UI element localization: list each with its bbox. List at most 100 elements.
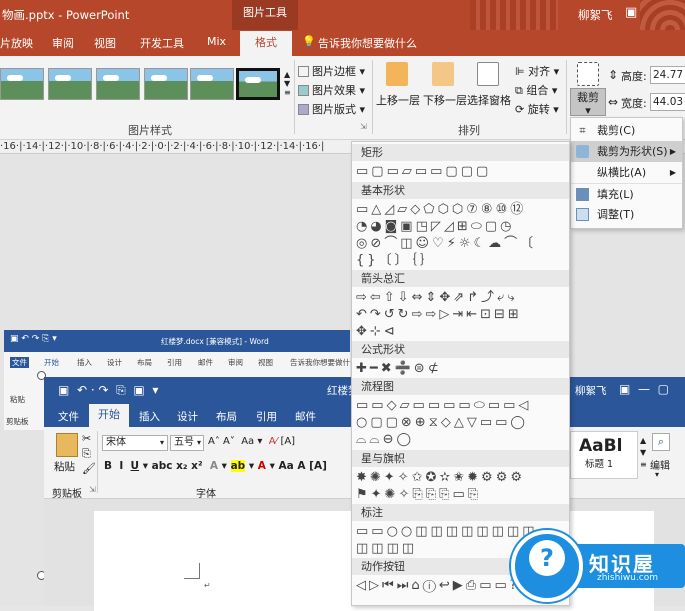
format-buttons[interactable]: B I U ▾ abc x₂ x² A ▾ ab ▾ A ▾ Aa A [A] xyxy=(104,460,327,472)
back-tab-design[interactable]: 设计 xyxy=(107,357,122,368)
font-size-select[interactable]: 五号 ▾ xyxy=(170,435,204,451)
menu-item-crop-to-shape[interactable]: 裁剪为形状(S) ▶ xyxy=(571,141,682,162)
shape-row[interactable]: ◎⊘⌒◫☺♡⚡☼☾☁⌒〔 xyxy=(356,236,536,252)
back-tab-references[interactable]: 引用 xyxy=(167,357,182,368)
crop-button[interactable]: 裁剪 ▾ xyxy=(570,88,606,117)
style-preview-text: AaBl xyxy=(579,436,623,456)
menu-item-crop[interactable]: ⌗ 裁剪(C) xyxy=(571,120,682,141)
shape-row[interactable]: ▭△◿▱◇⬠⬡⬡⑦⑧⑩⑫ xyxy=(356,202,526,218)
tell-me-box[interactable]: 告诉我你想要做什么 xyxy=(318,35,417,51)
picture-style-1[interactable] xyxy=(0,68,44,100)
category-rectangles: 矩形 xyxy=(352,144,569,161)
category-callouts: 标注 xyxy=(352,504,569,521)
clipboard-tools-icons[interactable]: ✂ ⎘ 🖌 xyxy=(82,431,96,476)
back-tab-view[interactable]: 视图 xyxy=(258,357,273,368)
word-tab-home[interactable]: 开始 xyxy=(89,404,129,427)
layout-icon xyxy=(298,104,309,115)
menu-item-aspect-ratio[interactable]: 纵横比(A) ▶ xyxy=(571,162,682,183)
selection-pane-button[interactable]: 选择窗格 xyxy=(467,92,511,108)
word-tab-file[interactable]: 文件 xyxy=(58,409,79,424)
picture-style-5[interactable] xyxy=(190,68,234,100)
word-ribbon-options-icon[interactable]: ▣ — ▢ xyxy=(619,382,669,396)
word-tab-design[interactable]: 设计 xyxy=(177,409,198,424)
back-tab-file-label[interactable]: 文件 xyxy=(10,357,29,368)
group-icon: ⧉ xyxy=(515,84,527,97)
back-tab-layout[interactable]: 布局 xyxy=(137,357,152,368)
gallery-more-icon[interactable]: ▲ ▼ ≡ xyxy=(284,70,291,97)
picture-style-3[interactable] xyxy=(96,68,140,100)
picture-layout-button[interactable]: 图片版式 ▾ xyxy=(298,101,365,117)
dialog-launcher-icon[interactable]: ⇲ xyxy=(360,122,367,131)
height-input[interactable]: 24.77 xyxy=(650,66,685,84)
ribbon-tabs: 片放映 审阅 视图 开发工具 Mix 格式 💡 告诉我你想要做什么 xyxy=(0,30,685,56)
back-paste-label[interactable]: 粘贴 xyxy=(10,394,25,405)
word-user-name[interactable]: 柳絮飞 xyxy=(575,383,607,398)
shape-row[interactable]: ↶↷↺↻⇨⇨▷⇥⇤⊡⊟⊞ xyxy=(356,307,522,323)
shape-row[interactable]: ◔◕◙▣◳◸◿⊞⬭▢◷ xyxy=(356,219,514,235)
height-label: 高度: xyxy=(621,70,647,83)
quick-access-icons[interactable]: ▣ ↶ · ↷ ⎘ ▣ ▾ xyxy=(58,383,158,398)
picture-effects-button[interactable]: 图片效果 ▾ xyxy=(298,82,365,98)
send-backward-button[interactable]: 下移一层 xyxy=(423,92,467,108)
tab-review[interactable]: 审阅 xyxy=(52,35,74,51)
word-tab-insert[interactable]: 插入 xyxy=(139,409,160,424)
save-icon[interactable]: ▣ ↶ ↷ ⎘ ▾ xyxy=(10,334,57,344)
picture-style-4[interactable] xyxy=(144,68,188,100)
shape-row[interactable]: ✚━✖➗⊜⊄ xyxy=(356,361,442,377)
align-button[interactable]: ⊫ 对齐 ▾ xyxy=(515,63,559,79)
font-size-grow-shrink-icons[interactable]: A˄ A˅ Aa ▾ A⁄ [A] xyxy=(208,436,295,447)
width-input[interactable]: 44.03 xyxy=(650,93,685,111)
shape-row[interactable]: ▭▢▭▱▭▭▢▢▢ xyxy=(356,164,491,180)
rotate-button[interactable]: ⟳ 旋转 ▾ xyxy=(515,101,559,117)
ribbon-display-icon[interactable]: ▣ xyxy=(625,5,637,20)
shape-row[interactable]: ✸✺✦✧✩✪✫✬✹⚙⚙⚙ xyxy=(356,470,525,486)
shape-row[interactable]: ⚑✦✺✧⎘⎘⎘▭⎘ xyxy=(356,487,481,503)
word-tab-mailings[interactable]: 邮件 xyxy=(295,409,316,424)
paste-button[interactable]: 粘贴 xyxy=(54,459,75,474)
back-tab-insert[interactable]: 插入 xyxy=(77,357,92,368)
shape-row[interactable]: ⌓⌓⊖◯ xyxy=(356,432,414,448)
bring-forward-button[interactable]: 上移一层 xyxy=(376,92,420,108)
shape-row[interactable]: ✥⊹⊲ xyxy=(356,324,398,340)
picture-layout-label: 图片版式 xyxy=(312,103,356,116)
edit-button[interactable]: 编辑 xyxy=(650,457,670,472)
style-gallery-item[interactable]: AaBl 标题 1 xyxy=(570,431,638,479)
shape-row[interactable]: ▭▭◇▱▭▭▭▭⬭▭▭◁ xyxy=(356,398,531,414)
word-tab-references[interactable]: 引用 xyxy=(256,409,277,424)
shape-row[interactable]: ◁▷⏮⏭⌂ⓘ↩▶⎙▭▭? xyxy=(356,578,520,594)
word-tab-layout[interactable]: 布局 xyxy=(216,409,237,424)
paragraph-mark: ↵ xyxy=(204,581,211,590)
back-tell-me[interactable]: 告诉我你想要做什么 xyxy=(290,357,358,368)
group-button[interactable]: ⧉ 组合 ▾ xyxy=(515,82,557,98)
menu-item-fill[interactable]: 填充(L) xyxy=(571,183,682,204)
group-label-arrange: 排列 xyxy=(458,124,480,137)
tab-mix[interactable]: Mix xyxy=(207,35,226,48)
tab-format[interactable]: 格式 xyxy=(240,31,292,56)
category-flowchart: 流程图 xyxy=(352,378,569,395)
shape-row[interactable]: ○▢▢⊗⊕⧖◇△▽▭▭◯ xyxy=(356,415,528,431)
tab-developer[interactable]: 开发工具 xyxy=(140,35,184,51)
edit-dropdown-icon[interactable]: ▾ xyxy=(655,470,659,479)
shape-row[interactable]: ⇨⇦⇧⇩⇔⇕✥⇗↱⤴⤶⤷ xyxy=(356,290,518,306)
clipboard-group-label: 剪贴板 xyxy=(52,489,82,500)
category-block-arrows: 箭头总汇 xyxy=(352,270,569,287)
back-tab-home[interactable]: 开始 xyxy=(44,357,59,368)
picture-border-button[interactable]: 图片边框 ▾ xyxy=(298,63,365,79)
group-label: 组合 xyxy=(526,84,549,97)
styles-scroll-icons[interactable]: ▲ ▼ ≡ xyxy=(640,435,647,471)
picture-style-2[interactable] xyxy=(48,68,92,100)
shape-row[interactable]: ◫◫◫◫ xyxy=(356,541,417,557)
find-icon: ⌕ xyxy=(652,433,670,451)
rotate-label: 旋转 xyxy=(527,103,550,116)
user-name[interactable]: 柳絮飞 xyxy=(578,7,613,23)
back-tab-review[interactable]: 审阅 xyxy=(228,357,243,368)
tab-view[interactable]: 视图 xyxy=(94,35,116,51)
back-tab-mailings[interactable]: 邮件 xyxy=(198,357,213,368)
tab-slideshow[interactable]: 片放映 xyxy=(0,35,33,51)
clipboard-launcher-icon[interactable]: ⇲ xyxy=(89,485,96,494)
menu-item-fit[interactable]: 调整(T) xyxy=(571,204,682,225)
font-name-select[interactable]: 宋体 ▾ xyxy=(102,435,168,451)
picture-style-6-selected[interactable] xyxy=(236,68,280,100)
align-icon: ⊫ xyxy=(515,65,529,78)
shape-row[interactable]: {}〔〕｛｝ xyxy=(356,253,436,269)
